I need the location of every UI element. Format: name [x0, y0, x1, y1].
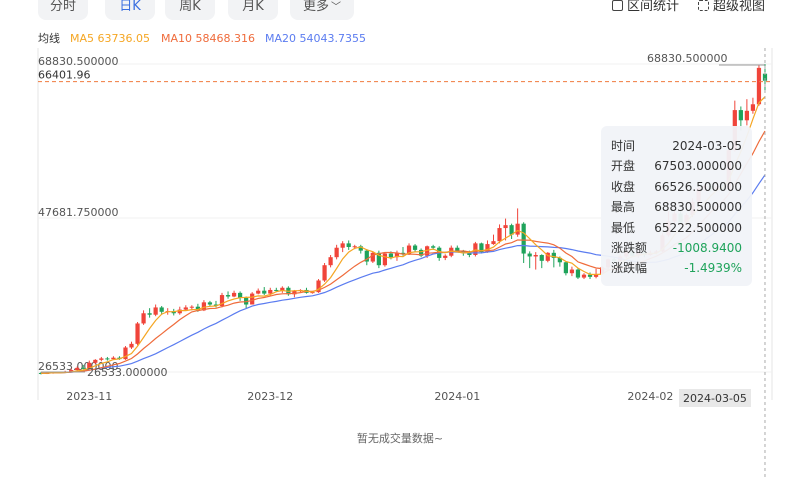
tooltip-key: 涨跌幅	[611, 261, 648, 276]
candle-body	[262, 290, 267, 294]
tooltip-row: 最高 68830.500000	[611, 197, 742, 217]
candle-body	[533, 255, 538, 257]
tooltip-row: 收盘 66526.500000	[611, 177, 742, 197]
x-axis-label: 2023-12	[247, 390, 293, 403]
legend-ma5-label: MA5	[70, 32, 95, 45]
candle-body	[328, 257, 333, 266]
volume-empty-text: 暂无成交量数据~	[356, 432, 444, 445]
candle-body	[141, 313, 146, 324]
legend-ma10-label: MA10	[161, 32, 193, 45]
candle-body	[455, 247, 460, 251]
candle-body	[521, 223, 526, 254]
candle-body	[412, 245, 418, 250]
tooltip-row: 涨跌幅 -1.4939%	[611, 258, 742, 278]
current-price-label: 66401.96	[38, 69, 91, 82]
candle-body	[93, 359, 98, 363]
tooltip-key: 涨跌额	[611, 240, 648, 255]
candle-body	[99, 358, 104, 360]
candle-body	[334, 247, 339, 258]
candle-body	[388, 253, 394, 258]
candle-body	[539, 255, 544, 261]
tooltip-value: 2024-03-05	[672, 139, 742, 153]
crosshair-date-label: 2024-03-05	[683, 392, 747, 405]
candle-body	[352, 246, 357, 248]
legend-ma20-label: MA20	[265, 32, 297, 45]
tooltip-key: 最低	[611, 220, 636, 235]
y-axis-label: 68830.500000	[38, 55, 118, 68]
tooltip-row: 最低 65222.500000	[611, 218, 742, 238]
tooltip-key: 时间	[611, 139, 636, 153]
tooltip-value: 66526.500000	[654, 179, 742, 194]
candle-body	[340, 243, 345, 248]
candle-body	[431, 246, 436, 248]
candle-body	[756, 67, 762, 105]
candle-body	[744, 110, 749, 121]
min-price-label: 26533.000000	[87, 366, 167, 379]
tooltip-key: 最高	[611, 200, 636, 215]
tooltip-key: 收盘	[611, 179, 636, 194]
candle-body	[153, 307, 158, 315]
x-axis-label: 2024-01	[434, 390, 480, 403]
candle-tooltip: 时间 2024-03-05 开盘 67503.000000 收盘 66526.500000…	[601, 126, 752, 286]
x-axis-label: 2024-02	[627, 390, 673, 403]
legend-ma20: MA20 54043.7355	[265, 31, 366, 47]
candle-body	[503, 225, 508, 229]
candle-body	[105, 358, 110, 360]
legend-ma10-value: 58468.316	[195, 32, 256, 45]
candle-body	[75, 367, 80, 371]
y-axis-label: 47681.750000	[38, 206, 118, 219]
candle-body	[231, 292, 237, 297]
tooltip-value: -1.4939%	[684, 261, 742, 276]
candle-body	[515, 223, 520, 235]
candle-body	[497, 228, 502, 242]
tooltip-value: 65222.500000	[654, 220, 742, 235]
tooltip-row: 时间 2024-03-05	[611, 136, 742, 156]
legend-ma10: MA10 58468.316	[161, 31, 255, 47]
candle-body	[147, 313, 152, 315]
candle-body	[225, 295, 231, 297]
tooltip-key: 开盘	[611, 159, 636, 174]
tooltip-value: 67503.000000	[654, 159, 742, 174]
candle-body	[346, 243, 351, 247]
candle-body	[135, 323, 140, 344]
candle-body	[443, 255, 448, 258]
tooltip-row: 涨跌额 -1008.9400	[611, 238, 742, 258]
candle-body	[563, 262, 569, 274]
candle-body	[581, 274, 587, 278]
candle-body	[159, 307, 164, 312]
candle-body	[382, 253, 388, 266]
legend-title: 均线	[38, 32, 60, 45]
candle-body	[129, 343, 134, 348]
legend-ma5: MA5 63736.05	[70, 31, 150, 47]
candle-body	[322, 265, 327, 281]
tooltip-row: 开盘 67503.000000	[611, 156, 742, 176]
legend-ma20-value: 54043.7355	[299, 32, 366, 45]
candle-body	[183, 307, 188, 310]
candle-body	[370, 252, 375, 262]
candle-body	[268, 289, 273, 294]
candle-body	[250, 293, 255, 305]
candle-body	[738, 110, 743, 121]
candle-body	[527, 253, 532, 257]
candle-body	[256, 290, 261, 294]
candle-body	[491, 241, 496, 245]
candle-body	[81, 367, 86, 369]
tooltip-value: -1008.9400	[672, 240, 742, 255]
x-axis-label: 2023-11	[66, 390, 112, 403]
legend-ma5-value: 63736.05	[97, 32, 151, 45]
tooltip-value: 68830.500000	[654, 200, 742, 215]
candle-body	[189, 306, 194, 308]
max-price-label: 68830.500000	[647, 52, 727, 65]
candle-body	[569, 269, 575, 274]
candle-body	[750, 104, 756, 111]
candle-body	[207, 302, 213, 305]
candle-body	[575, 269, 581, 278]
